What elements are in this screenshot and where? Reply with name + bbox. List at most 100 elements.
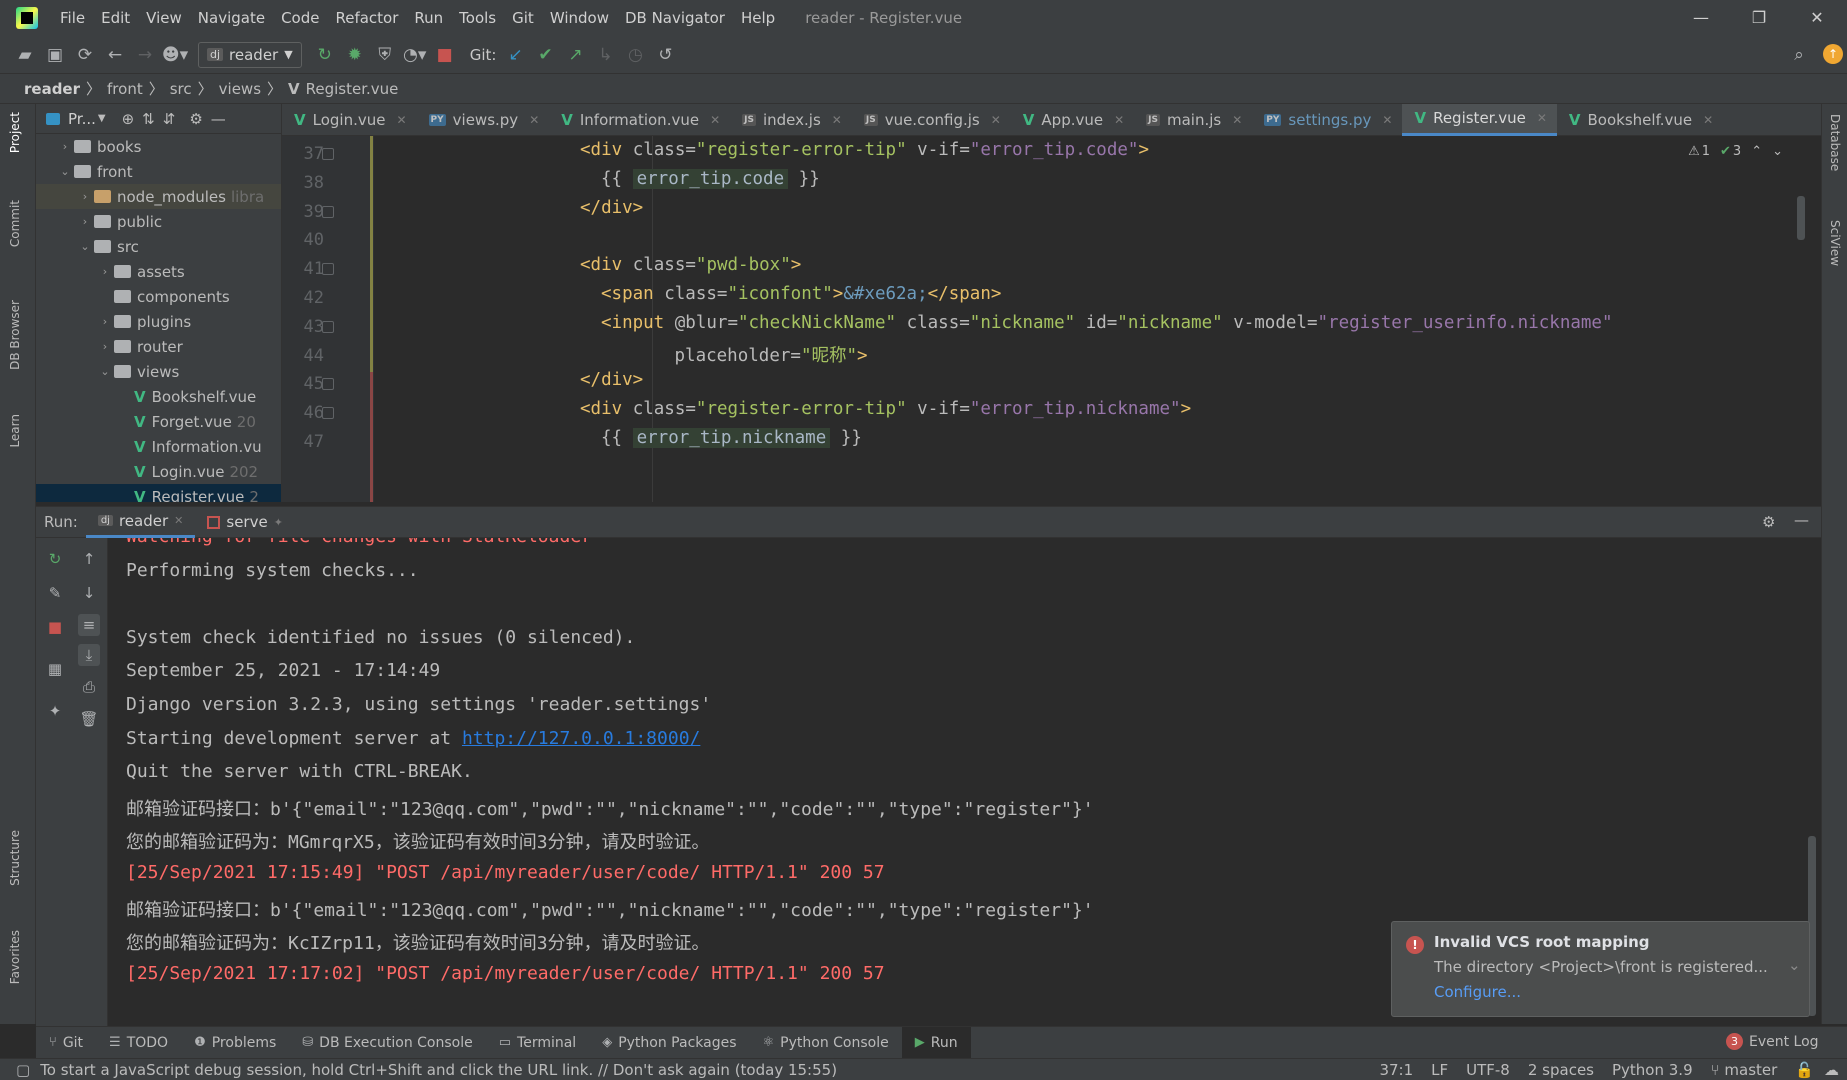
close-icon[interactable]: ✕ (529, 113, 539, 127)
fold-marker-icon[interactable] (322, 407, 334, 420)
notification-balloon[interactable]: ! Invalid VCS root mapping The directory… (1391, 921, 1810, 1017)
tree-folder-item[interactable]: components (36, 284, 281, 309)
stop-icon[interactable]: ■ (430, 40, 460, 70)
editor-scrollbar[interactable] (1797, 196, 1805, 240)
editor-tab[interactable]: JS main.js ✕ (1134, 104, 1252, 136)
coverage-icon[interactable]: ⛨ (370, 40, 400, 70)
tool-button-python-packages[interactable]: ◈ Python Packages (589, 1027, 749, 1059)
soft-wrap-icon[interactable]: ≡ (78, 614, 100, 636)
tree-file-item[interactable]: V Bookshelf.vue (36, 384, 281, 409)
tool-tab-learn[interactable]: Learn (8, 414, 22, 448)
lock-icon[interactable]: 🔓 (1795, 1061, 1814, 1079)
tool-tab-database[interactable]: Database (1828, 114, 1842, 171)
python-interpreter[interactable]: Python 3.9 (1612, 1061, 1693, 1079)
menu-navigate[interactable]: Navigate (190, 0, 273, 36)
chevron-down-icon[interactable]: ⌄ (76, 240, 94, 253)
menu-file[interactable]: File (52, 0, 93, 36)
scroll-down-icon[interactable]: ↓ (78, 582, 100, 604)
close-icon[interactable]: ✕ (396, 113, 406, 127)
editor-tab[interactable]: PY settings.py ✕ (1252, 104, 1402, 136)
file-encoding[interactable]: UTF-8 (1466, 1061, 1510, 1079)
chevron-down-icon[interactable]: ⌄ (96, 365, 114, 378)
update-available-icon[interactable]: ↑ (1823, 44, 1843, 64)
chevron-right-icon[interactable]: › (96, 340, 114, 353)
history-icon[interactable]: ◷ (620, 40, 650, 70)
expand-all-icon[interactable]: ⇅ (142, 110, 155, 128)
run-tab-reader[interactable]: dj reader ✕ (85, 506, 196, 538)
rerun-icon[interactable]: ↻ (44, 548, 66, 570)
chevron-right-icon[interactable]: › (56, 140, 74, 153)
code-editor[interactable]: 37 38 39 40 41 42 43 44 45 46 47 <div class="regis… (282, 136, 1821, 502)
server-url-link[interactable]: http://127.0.0.1:8000/ (462, 728, 700, 749)
menu-refactor[interactable]: Refactor (327, 0, 406, 36)
locate-icon[interactable]: ⊕ (122, 110, 135, 128)
fold-marker-icon[interactable] (322, 263, 334, 276)
git-commit-icon[interactable]: ✔ (530, 40, 560, 70)
tool-button-todo[interactable]: ☰ TODO (96, 1027, 181, 1059)
trash-icon[interactable]: 🗑 (78, 708, 100, 730)
editor-tab[interactable]: V App.vue ✕ (1011, 104, 1134, 136)
editor-tab[interactable]: V Login.vue ✕ (282, 104, 417, 136)
close-icon[interactable]: ✕ (1537, 111, 1547, 125)
git-branch[interactable]: ⑂ master (1711, 1061, 1778, 1079)
menu-help[interactable]: Help (733, 0, 783, 36)
tree-file-item[interactable]: V Information.vu (36, 434, 281, 459)
tree-file-item[interactable]: V Register.vue 2 (36, 484, 281, 502)
collapse-all-icon[interactable]: ⇵ (163, 110, 176, 128)
close-icon[interactable]: ✕ (1232, 113, 1242, 127)
save-icon[interactable]: ▣ (40, 40, 70, 70)
editor-tab[interactable]: JS vue.config.js ✕ (852, 104, 1011, 136)
menu-tools[interactable]: Tools (451, 0, 504, 36)
run-tab-serve[interactable]: serve ✦ (195, 506, 295, 538)
tree-folder-item[interactable]: › plugins (36, 309, 281, 334)
tree-file-item[interactable]: V Login.vue 202 (36, 459, 281, 484)
chevron-right-icon[interactable]: › (96, 315, 114, 328)
chevron-up-icon[interactable]: ⌃ (1751, 144, 1762, 159)
profile-icon[interactable]: ◔▾ (400, 40, 430, 70)
inspection-widget[interactable]: ⚠ 1 ✔ 3 ⌃ ⌄ (1688, 144, 1783, 159)
breadcrumb-root[interactable]: reader (24, 80, 80, 98)
event-log-button[interactable]: 3 Event Log (1726, 1033, 1819, 1050)
editor-tab[interactable]: V Information.vue ✕ (549, 104, 730, 136)
pin-icon[interactable]: ✦ (274, 516, 283, 529)
close-icon[interactable]: ✕ (991, 113, 1001, 127)
tool-tab-db-browser[interactable]: DB Browser (8, 300, 22, 370)
tool-button-db-execution-console[interactable]: ⛁ DB Execution Console (289, 1027, 485, 1059)
status-message[interactable]: To start a JavaScript debug session, hol… (40, 1061, 837, 1079)
restore-icon[interactable]: ❐ (1730, 0, 1788, 36)
sync-icon[interactable]: ⟳ (70, 40, 100, 70)
stop-icon[interactable]: ■ (44, 616, 66, 638)
editor-tab[interactable]: V Bookshelf.vue ✕ (1557, 104, 1723, 136)
tree-folder-item[interactable]: › books (36, 134, 281, 159)
chevron-down-icon[interactable]: ⌄ (56, 165, 74, 178)
close-icon[interactable]: ✕ (1703, 113, 1713, 127)
fold-marker-icon[interactable] (322, 205, 334, 218)
print-icon[interactable]: ⎙ (78, 676, 100, 698)
close-icon[interactable]: ✕ (1114, 113, 1124, 127)
caret-position[interactable]: 37:1 (1379, 1061, 1413, 1079)
tree-folder-item[interactable]: › router (36, 334, 281, 359)
tool-button-run[interactable]: ▶ Run (901, 1026, 971, 1059)
settings-gear-icon[interactable]: ⚙ (1762, 513, 1775, 531)
menu-edit[interactable]: Edit (93, 0, 138, 36)
git-push-icon[interactable]: ↗ (560, 40, 590, 70)
close-icon[interactable]: ✕ (832, 113, 842, 127)
tool-button-git[interactable]: ⑂ Git (36, 1027, 96, 1059)
open-folder-icon[interactable]: ▰ (10, 40, 40, 70)
breadcrumb-item[interactable]: front (107, 80, 143, 98)
wrench-icon[interactable]: ✎ (44, 582, 66, 604)
hide-icon[interactable]: — (211, 110, 226, 128)
chevron-right-icon[interactable]: › (76, 190, 94, 203)
chevron-down-icon[interactable]: ⌄ (1788, 956, 1801, 974)
tool-button-python-console[interactable]: ⚛ Python Console (750, 1027, 902, 1059)
tool-button-terminal[interactable]: ▭ Terminal (486, 1027, 589, 1059)
tool-button-problems[interactable]: ❶ Problems (181, 1027, 289, 1059)
tree-file-item[interactable]: V Forget.vue 20 (36, 409, 281, 434)
tool-tab-sciview[interactable]: SciView (1828, 220, 1842, 266)
chevron-right-icon[interactable]: › (76, 215, 94, 228)
breadcrumb-current[interactable]: Register.vue (306, 80, 399, 98)
rerun-icon[interactable]: ↻ (310, 40, 340, 70)
menu-git[interactable]: Git (504, 0, 542, 36)
menu-window[interactable]: Window (542, 0, 617, 36)
tool-tab-commit[interactable]: Commit (8, 200, 22, 247)
